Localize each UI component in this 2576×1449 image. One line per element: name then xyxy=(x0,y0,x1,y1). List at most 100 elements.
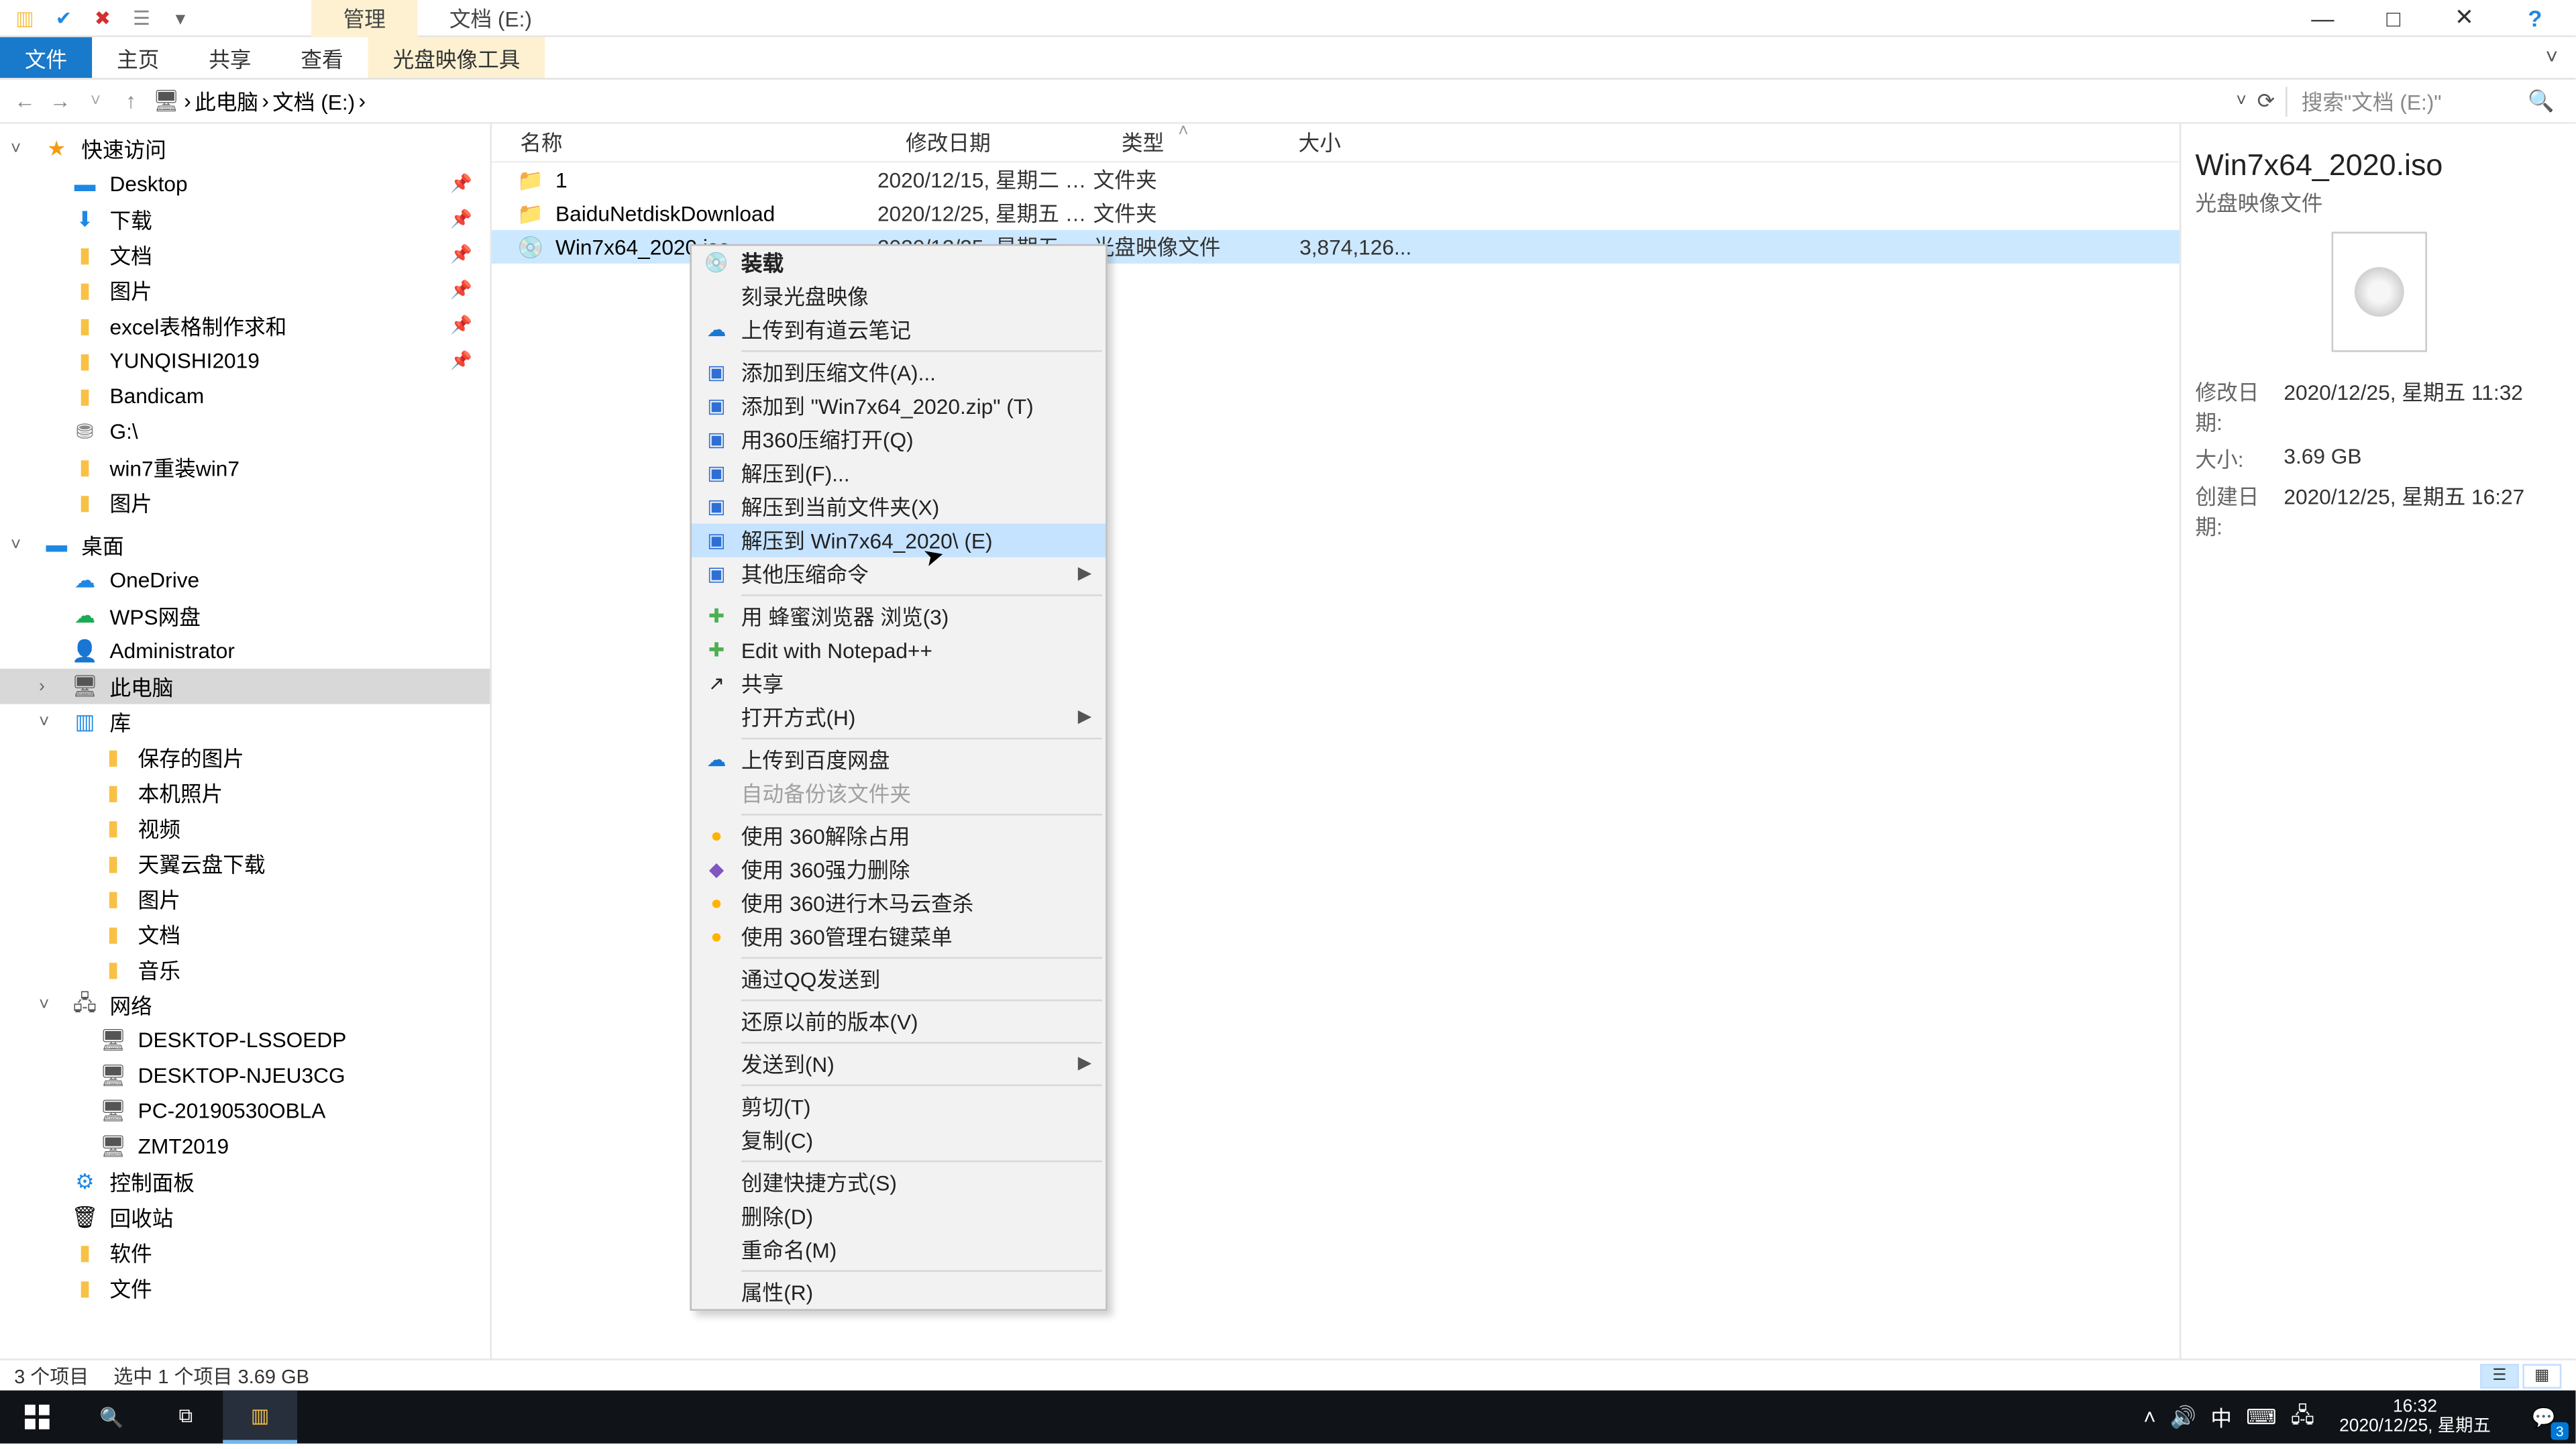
tree-software[interactable]: ▮软件 xyxy=(0,1235,490,1271)
view-details-button[interactable]: ☰ xyxy=(2480,1363,2519,1388)
search-input[interactable]: 搜索"文档 (E:)" 🔍 xyxy=(2286,86,2569,116)
tree-saved-pics[interactable]: ▮保存的图片 xyxy=(0,739,490,775)
context-menu-item[interactable]: 刻录光盘映像 xyxy=(692,280,1106,313)
properties-icon[interactable]: ☰ xyxy=(127,3,156,32)
taskbar[interactable]: 🔍 ⧉ ▥ ˄ 🔊 中 ⌨ 🖧 16:32 2020/12/25, 星期五 💬3 xyxy=(0,1391,2575,1444)
breadcrumb-root[interactable]: 此电脑 xyxy=(195,86,258,116)
tree-pictures[interactable]: ▮图片📌 xyxy=(0,272,490,308)
context-menu-item[interactable]: ◆使用 360强力删除 xyxy=(692,853,1106,886)
close-button[interactable]: ✕ xyxy=(2438,0,2491,36)
system-tray[interactable]: ˄ 🔊 中 ⌨ 🖧 16:32 2020/12/25, 星期五 💬3 xyxy=(2143,1391,2575,1444)
context-menu-item[interactable]: ✚用 蜂蜜浏览器 浏览(3) xyxy=(692,600,1106,633)
column-name[interactable]: 名称 xyxy=(492,127,877,158)
tree-yunqishi[interactable]: ▮YUNQISHI2019📌 xyxy=(0,343,490,379)
search-button[interactable]: 🔍 xyxy=(74,1391,149,1444)
context-menu-item[interactable]: 复制(C) xyxy=(692,1123,1106,1157)
task-view-button[interactable]: ⧉ xyxy=(149,1391,223,1444)
up-button[interactable]: ↑ xyxy=(113,89,149,113)
context-menu-item[interactable]: ▣其他压缩命令▶ xyxy=(692,557,1106,591)
tree-pics3[interactable]: ▮图片 xyxy=(0,881,490,916)
tree-admin[interactable]: 👤Administrator xyxy=(0,633,490,669)
context-menu-item[interactable]: ✚Edit with Notepad++ xyxy=(692,633,1106,667)
action-center-button[interactable]: 💬3 xyxy=(2516,1391,2572,1444)
qat-dropdown-icon[interactable]: ▾ xyxy=(166,3,195,32)
context-menu-item[interactable]: ●使用 360进行木马云查杀 xyxy=(692,886,1106,920)
file-row[interactable]: 📁BaiduNetdiskDownload2020/12/25, 星期五 1..… xyxy=(492,197,2180,230)
tree-pc1[interactable]: 🖥DESKTOP-LSSOEDP xyxy=(0,1022,490,1058)
tree-files[interactable]: ▮文件 xyxy=(0,1270,490,1305)
context-menu-item[interactable]: ▣添加到压缩文件(A)... xyxy=(692,356,1106,389)
tree-videos[interactable]: ▮视频 xyxy=(0,810,490,846)
tree-wps[interactable]: ☁WPS网盘 xyxy=(0,598,490,633)
view-icons-button[interactable]: ▦ xyxy=(2522,1363,2561,1388)
context-menu-item[interactable]: 💿装载 xyxy=(692,246,1106,280)
tree-libraries[interactable]: ˅▥库 xyxy=(0,704,490,740)
context-menu-item[interactable]: 属性(R) xyxy=(692,1275,1106,1309)
chevron-right-icon[interactable]: › xyxy=(184,89,191,113)
context-menu-item[interactable]: 打开方式(H)▶ xyxy=(692,700,1106,734)
column-size[interactable]: 大小 xyxy=(1270,127,1429,158)
tree-quick-access[interactable]: ˅★快速访问 xyxy=(0,131,490,166)
tree-tianyi[interactable]: ▮天翼云盘下载 xyxy=(0,845,490,881)
file-row[interactable]: 📁12020/12/15, 星期二 1...文件夹 xyxy=(492,163,2180,197)
tree-desktop-root[interactable]: ˅▬桌面 xyxy=(0,527,490,563)
tree-pics2[interactable]: ▮图片 xyxy=(0,485,490,521)
context-menu[interactable]: 💿装载刻录光盘映像☁上传到有道云笔记▣添加到压缩文件(A)...▣添加到 "Wi… xyxy=(690,244,1107,1311)
ribbon-tab-share[interactable]: 共享 xyxy=(184,37,276,78)
tree-recycle-bin[interactable]: 🗑回收站 xyxy=(0,1199,490,1235)
tree-pc3[interactable]: 🖥PC-20190530OBLA xyxy=(0,1093,490,1129)
tray-ime-icon[interactable]: 中 xyxy=(2210,1402,2232,1432)
context-menu-item[interactable]: ▣添加到 "Win7x64_2020.zip" (T) xyxy=(692,389,1106,423)
context-menu-item[interactable]: 还原以前的版本(V) xyxy=(692,1005,1106,1038)
context-menu-item[interactable]: ●使用 360解除占用 xyxy=(692,819,1106,853)
tree-excel[interactable]: ▮excel表格制作求和📌 xyxy=(0,308,490,343)
context-menu-item[interactable]: 重命名(M) xyxy=(692,1233,1106,1267)
ribbon-expand-icon[interactable]: ˅ xyxy=(2528,37,2575,78)
tree-pc4[interactable]: 🖥ZMT2019 xyxy=(0,1128,490,1164)
tree-camera-roll[interactable]: ▮本机照片 xyxy=(0,775,490,810)
context-menu-item[interactable]: ↗共享 xyxy=(692,667,1106,700)
chevron-right-icon[interactable]: › xyxy=(358,89,366,113)
ribbon-tab-iso-tools[interactable]: 光盘映像工具 xyxy=(368,37,545,78)
breadcrumb[interactable]: 🖥 › 此电脑 › 文档 (E:) › xyxy=(149,86,2226,116)
context-menu-item[interactable]: ▣解压到(F)... xyxy=(692,456,1106,490)
help-button[interactable]: ? xyxy=(2508,0,2561,36)
start-button[interactable] xyxy=(0,1391,74,1444)
context-menu-item[interactable]: 删除(D) xyxy=(692,1199,1106,1233)
tree-bandicam[interactable]: ▮Bandicam xyxy=(0,378,490,414)
taskbar-clock[interactable]: 16:32 2020/12/25, 星期五 xyxy=(2328,1397,2501,1436)
context-menu-item[interactable]: ▣解压到 Win7x64_2020\ (E) xyxy=(692,524,1106,557)
context-menu-item[interactable]: ▣用360压缩打开(Q) xyxy=(692,423,1106,456)
chevron-right-icon[interactable]: › xyxy=(262,89,269,113)
ribbon-tab-view[interactable]: 查看 xyxy=(276,37,368,78)
tree-onedrive[interactable]: ☁OneDrive xyxy=(0,563,490,598)
navigation-tree[interactable]: ˅★快速访问 ▬Desktop📌 ⬇下载📌 ▮文档📌 ▮图片📌 ▮excel表格… xyxy=(0,124,492,1359)
breadcrumb-folder[interactable]: 文档 (E:) xyxy=(272,86,355,116)
tree-documents[interactable]: ▮文档📌 xyxy=(0,237,490,272)
tree-desktop[interactable]: ▬Desktop📌 xyxy=(0,166,490,202)
context-menu-item[interactable]: 剪切(T) xyxy=(692,1089,1106,1123)
tree-downloads[interactable]: ⬇下载📌 xyxy=(0,202,490,237)
forward-button[interactable]: → xyxy=(42,89,78,113)
context-menu-item[interactable]: ▣解压到当前文件夹(X) xyxy=(692,490,1106,523)
column-date[interactable]: 修改日期 xyxy=(877,127,1093,158)
tree-win7reinstall[interactable]: ▮win7重装win7 xyxy=(0,449,490,485)
context-menu-item[interactable]: 通过QQ发送到 xyxy=(692,963,1106,996)
tree-this-pc[interactable]: ›🖥此电脑 xyxy=(0,669,490,704)
delete-icon[interactable]: ✖ xyxy=(89,3,117,32)
context-menu-item[interactable]: 创建快捷方式(S) xyxy=(692,1166,1106,1199)
ribbon-tab-file[interactable]: 文件 xyxy=(0,37,92,78)
tray-volume-icon[interactable]: 🔊 xyxy=(2170,1405,2196,1430)
tree-control-panel[interactable]: ⚙控制面板 xyxy=(0,1164,490,1199)
refresh-button[interactable]: ⟳ xyxy=(2257,89,2275,113)
checkmark-icon[interactable]: ✔ xyxy=(50,3,78,32)
maximize-button[interactable]: □ xyxy=(2367,0,2420,36)
tray-ime-mode-icon[interactable]: ⌨ xyxy=(2246,1405,2277,1430)
taskbar-explorer[interactable]: ▥ xyxy=(223,1391,297,1444)
ribbon-tab-home[interactable]: 主页 xyxy=(92,37,184,78)
context-menu-item[interactable]: 发送到(N)▶ xyxy=(692,1047,1106,1081)
column-headers[interactable]: ˄ 名称 修改日期 类型 大小 xyxy=(492,124,2180,163)
recent-locations-icon[interactable]: ˅ xyxy=(78,91,113,111)
back-button[interactable]: ← xyxy=(7,89,43,113)
context-menu-item[interactable]: ☁上传到百度网盘 xyxy=(692,743,1106,777)
